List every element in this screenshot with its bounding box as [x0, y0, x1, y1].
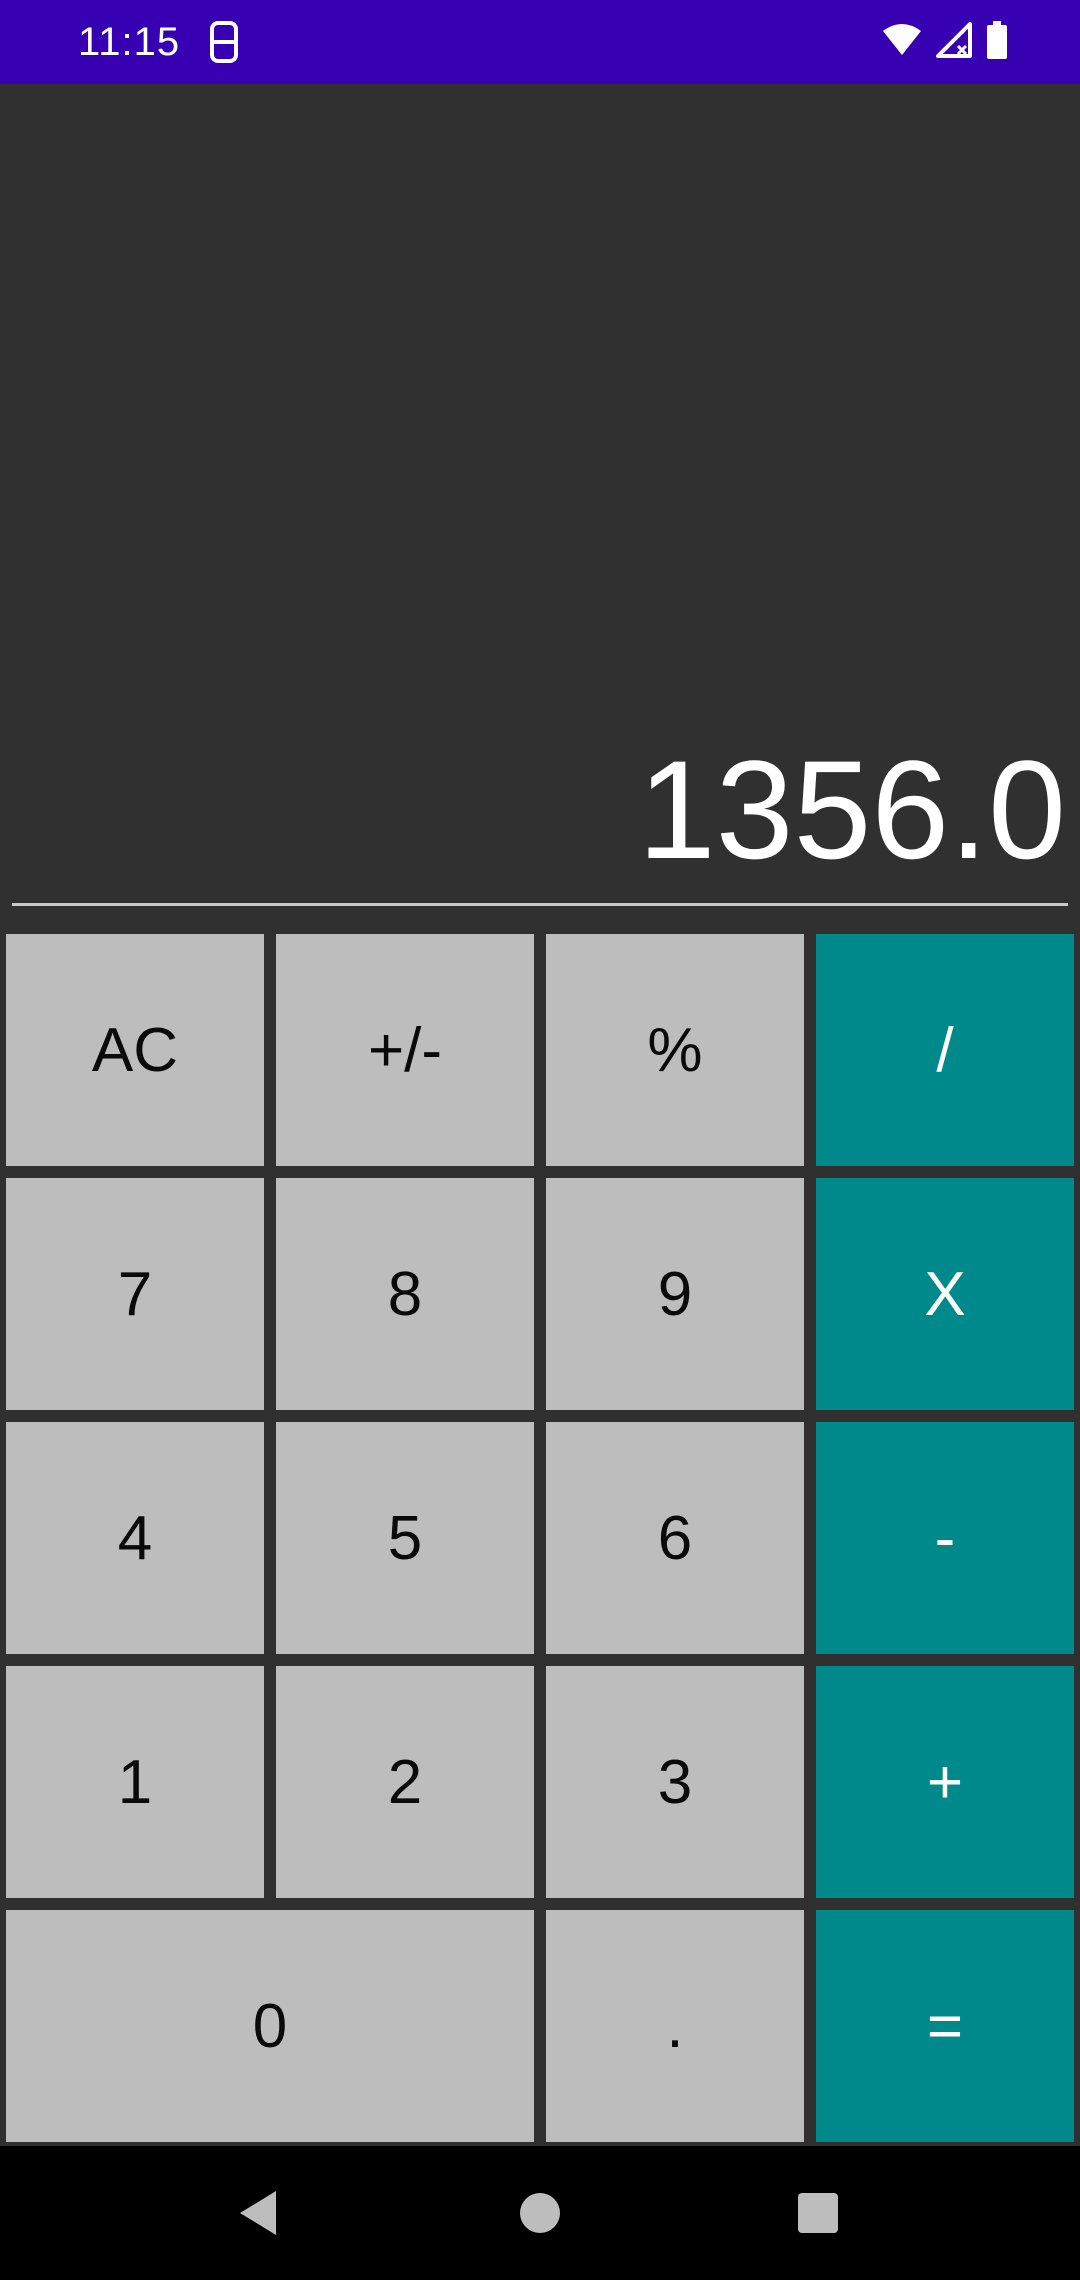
digit-0-button[interactable]: 0 — [6, 1910, 534, 2142]
status-time: 11:15 — [78, 20, 181, 64]
recents-icon[interactable] — [758, 2146, 878, 2280]
home-icon[interactable] — [480, 2146, 600, 2280]
result-display: 1356.0 — [637, 731, 1066, 888]
back-icon[interactable] — [198, 2146, 318, 2280]
divide-button[interactable]: / — [816, 934, 1074, 1166]
wifi-icon — [882, 23, 922, 62]
equals-button[interactable]: = — [816, 1910, 1074, 2142]
keypad: AC +/- % / 7 8 9 X 4 5 6 - 1 2 3 + 0 . = — [6, 934, 1074, 2142]
digit-8-button[interactable]: 8 — [276, 1178, 534, 1410]
navigation-bar — [0, 2146, 1080, 2280]
digit-3-button[interactable]: 3 — [546, 1666, 804, 1898]
digit-6-button[interactable]: 6 — [546, 1422, 804, 1654]
clear-button[interactable]: AC — [6, 934, 264, 1166]
status-bar: 11:15 — [0, 0, 1080, 84]
display-divider — [12, 903, 1068, 906]
decimal-button[interactable]: . — [546, 1910, 804, 2142]
battery-icon — [986, 20, 1008, 64]
add-button[interactable]: + — [816, 1666, 1074, 1898]
multiply-button[interactable]: X — [816, 1178, 1074, 1410]
subtract-button[interactable]: - — [816, 1422, 1074, 1654]
digit-4-button[interactable]: 4 — [6, 1422, 264, 1654]
sign-toggle-button[interactable]: +/- — [276, 934, 534, 1166]
status-icons — [882, 20, 1008, 64]
digit-9-button[interactable]: 9 — [546, 1178, 804, 1410]
digit-7-button[interactable]: 7 — [6, 1178, 264, 1410]
percent-button[interactable]: % — [546, 934, 804, 1166]
digit-1-button[interactable]: 1 — [6, 1666, 264, 1898]
digit-2-button[interactable]: 2 — [276, 1666, 534, 1898]
signal-icon — [936, 21, 972, 63]
sim-card-alert-icon — [206, 20, 242, 64]
digit-5-button[interactable]: 5 — [276, 1422, 534, 1654]
